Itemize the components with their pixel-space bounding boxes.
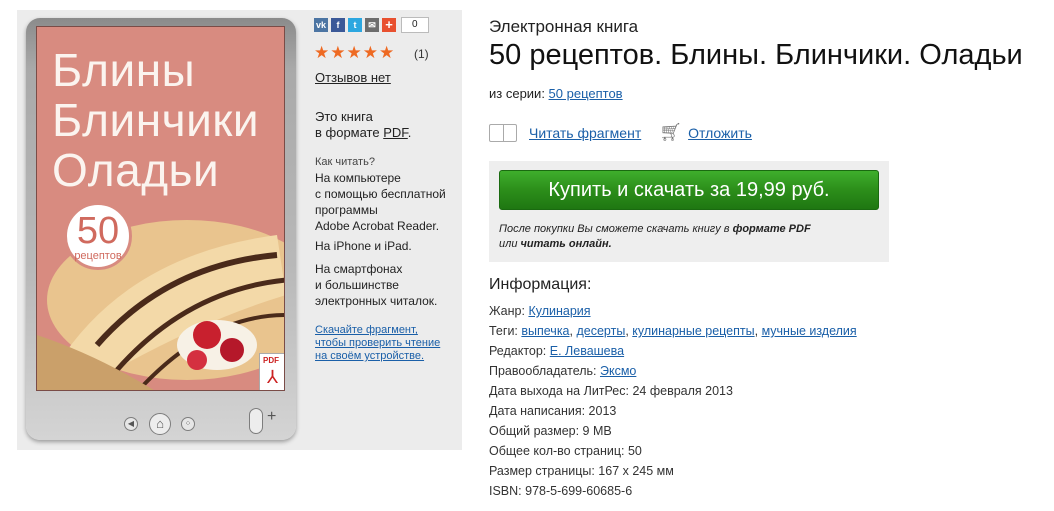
info-pages: Общее кол-во страниц: 50 (489, 444, 642, 458)
genre-link[interactable]: Кулинария (528, 304, 590, 318)
info-isbn: ISBN: 978-5-699-60685-6 (489, 484, 633, 498)
twitter-icon[interactable]: t (348, 18, 362, 32)
purchase-note: После покупки Вы сможете скачать книгу в… (499, 222, 811, 252)
acrobat-symbol: ⅄ (267, 367, 278, 387)
product-kind: Электронная книга (489, 17, 639, 36)
info-page-size: Размер страницы: 167 x 245 мм (489, 464, 674, 478)
rating-count: (1) (414, 47, 429, 61)
text-line: электронных читалок. (315, 294, 438, 308)
power-button-icon[interactable] (249, 408, 263, 434)
editor-link[interactable]: Е. Левашева (550, 344, 624, 358)
link-line: на своём устройстве. (315, 350, 425, 362)
format-line: в формате PDF. (315, 125, 411, 141)
info-label: Правообладатель: (489, 364, 600, 378)
read-on-computer: На компьютере с помощью бесплатной прогр… (315, 170, 446, 234)
zoom-in-icon[interactable]: + (267, 408, 276, 426)
how-to-read-heading: Как читать? (315, 156, 375, 168)
tag-link[interactable]: кулинарные рецепты (632, 324, 754, 338)
pdf-icon-label: PDF (263, 356, 279, 365)
cart-icon: 🛒︎ (659, 122, 683, 142)
read-on-iphone: На iPhone и iPad. (315, 239, 412, 253)
note-online: читать онлайн. (520, 238, 612, 250)
purchase-box: Купить и скачать за 19,99 руб. После пок… (489, 161, 889, 262)
text-line: и большинстве (315, 278, 399, 292)
format-suffix: . (407, 125, 412, 140)
format-line: Это книга (315, 109, 373, 124)
cover-title-line: Блины (52, 44, 196, 96)
info-tags: Теги: выпечка, десерты, кулинарные рецеп… (489, 324, 857, 338)
defer-link[interactable]: Отложить (688, 125, 752, 141)
text-line: с помощью бесплатной (315, 187, 446, 201)
text-line: На смартфонах (315, 262, 403, 276)
info-release-date: Дата выхода на ЛитРес: 24 февраля 2013 (489, 384, 733, 398)
badge-label: рецептов (74, 250, 122, 262)
tag-link[interactable]: выпечка (521, 324, 569, 338)
series-link[interactable]: 50 рецептов (549, 86, 623, 101)
info-rights: Правообладатель: Эксмо (489, 364, 636, 378)
rights-link[interactable]: Эксмо (600, 364, 636, 378)
pdf-format-link[interactable]: PDF (383, 125, 408, 140)
series-label: из серии: (489, 86, 549, 101)
cover-title-line: Оладьи (52, 144, 220, 196)
buy-button[interactable]: Купить и скачать за 19,99 руб. (499, 170, 879, 210)
ereader-frame: Блины Блинчики Оладьи 50 рецептов PDF ⅄ … (26, 18, 296, 440)
text-line: программы (315, 203, 378, 217)
link-line: чтобы проверить чтение (315, 337, 441, 349)
link-line: Скачайте фрагмент, (315, 324, 418, 336)
share-count: 0 (401, 17, 429, 33)
info-written-date: Дата написания: 2013 (489, 404, 617, 418)
read-fragment-link[interactable]: Читать фрагмент (529, 125, 641, 141)
note-format: формате PDF (732, 223, 811, 235)
info-heading: Информация: (489, 276, 592, 293)
open-book-icon (489, 123, 517, 142)
note-text: После покупки Вы сможете скачать книгу в (499, 223, 733, 235)
tag-link[interactable]: мучные изделия (762, 324, 857, 338)
email-icon[interactable]: ✉ (365, 18, 379, 32)
info-label: Теги: (489, 324, 522, 338)
badge-number: 50 (76, 210, 120, 252)
info-genre: Жанр: Кулинария (489, 304, 591, 318)
info-size: Общий размер: 9 MB (489, 424, 612, 438)
rating-stars[interactable]: ★★★★★ (314, 44, 395, 62)
home-button-icon[interactable]: ⌂ (149, 413, 171, 435)
back-button-icon[interactable]: ◀ (124, 417, 138, 431)
recipes-count-badge: 50 рецептов (64, 202, 132, 270)
read-on-smartphones: На смартфонах и большинстве электронных … (315, 261, 437, 309)
info-editor: Редактор: Е. Левашева (489, 344, 624, 358)
cover-title: Блины Блинчики Оладьи (52, 45, 259, 195)
plus-icon[interactable]: + (382, 18, 396, 32)
info-label: Редактор: (489, 344, 550, 358)
note-line: После покупки Вы сможете скачать книгу в… (499, 222, 811, 237)
vk-icon[interactable]: vk (314, 18, 328, 32)
format-info: Это книга в формате PDF. (315, 109, 411, 141)
note-text: или (499, 238, 521, 250)
book-title: 50 рецептов. Блины. Блинчики. Оладьи (489, 39, 1023, 71)
cover-title-line: Блинчики (52, 94, 260, 146)
format-prefix: в формате (315, 125, 384, 140)
series-line: из серии: 50 рецептов (489, 86, 623, 101)
pdf-icon: PDF ⅄ (259, 353, 284, 390)
book-cover[interactable]: Блины Блинчики Оладьи 50 рецептов PDF ⅄ (36, 26, 285, 391)
menu-button-icon[interactable]: ⁘ (181, 417, 195, 431)
download-fragment-link[interactable]: Скачайте фрагмент, чтобы проверить чтени… (315, 324, 440, 363)
info-label: Жанр: (489, 304, 529, 318)
reviews-link[interactable]: Отзывов нет (315, 70, 391, 85)
text-line: Adobe Acrobat Reader. (315, 219, 440, 233)
note-line: или читать онлайн. (499, 237, 811, 252)
share-bar: vk f t ✉ + 0 (314, 17, 429, 33)
book-actions: Читать фрагмент 🛒︎ Отложить (489, 122, 752, 143)
facebook-icon[interactable]: f (331, 18, 345, 32)
text-line: На компьютере (315, 171, 401, 185)
tag-link[interactable]: десерты (576, 324, 625, 338)
